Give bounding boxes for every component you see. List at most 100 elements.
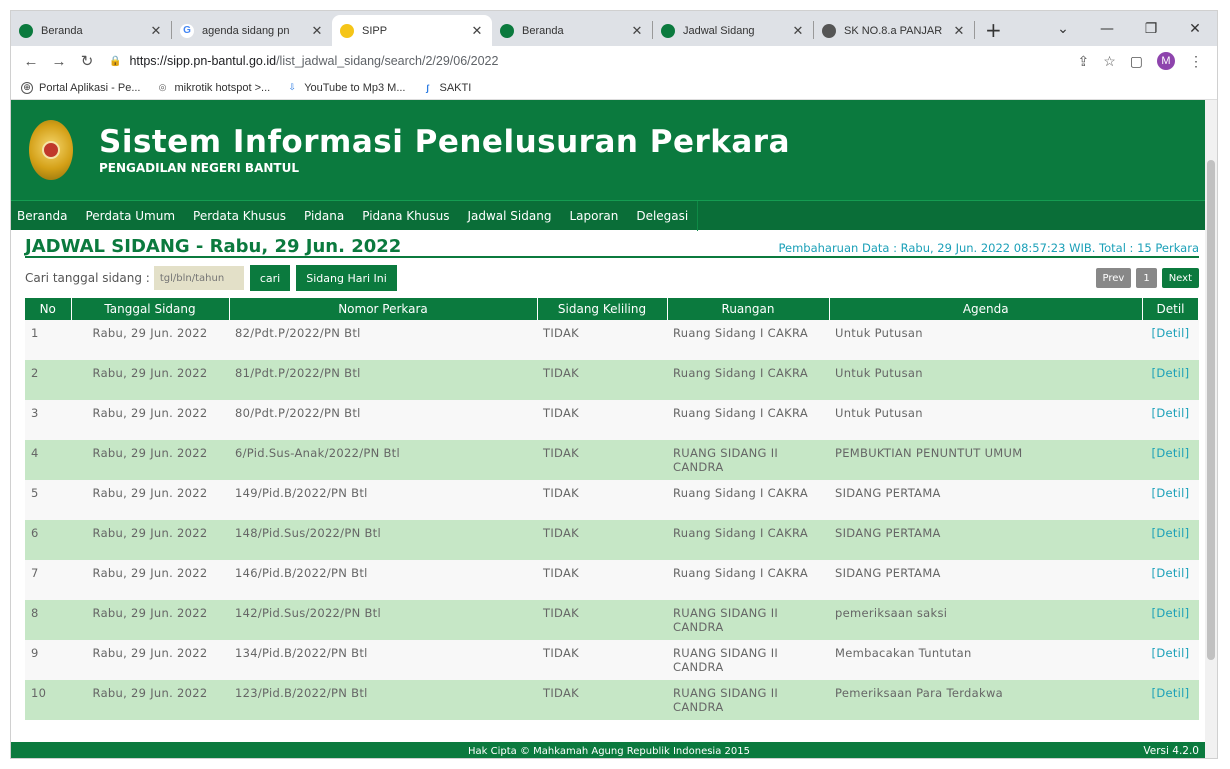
cell-nomor: 148/Pid.Sus/2022/PN Btl <box>229 520 537 560</box>
page-viewport: Sistem Informasi Penelusuran Perkara PEN… <box>11 100 1207 758</box>
forward-icon[interactable]: → <box>47 53 71 70</box>
col-tanggal: Tanggal Sidang <box>71 298 230 320</box>
cell-tanggal: Rabu, 29 Jun. 2022 <box>71 480 229 520</box>
reload-icon[interactable]: ↻ <box>75 52 99 70</box>
cell-agenda: SIDANG PERTAMA <box>829 560 1143 600</box>
tab-agenda-sidang[interactable]: G agenda sidang pn ✕ <box>172 15 332 46</box>
cell-agenda: pemeriksaan saksi <box>829 600 1143 640</box>
prev-button[interactable]: Prev <box>1095 268 1132 288</box>
tab-label: Beranda <box>522 24 564 37</box>
tab-sk-panjar[interactable]: SK NO.8.a PANJAR ✕ <box>814 15 974 46</box>
menu-pidana-khusus[interactable]: Pidana Khusus <box>353 201 458 231</box>
menu-pidana[interactable]: Pidana <box>295 201 353 231</box>
close-icon[interactable]: ✕ <box>630 23 644 39</box>
col-nomor: Nomor Perkara <box>229 298 538 320</box>
bookmark-youtube-mp3[interactable]: ⇩ YouTube to Mp3 M... <box>286 82 405 94</box>
globe-icon: ⊕ <box>21 81 33 94</box>
cell-agenda: SIDANG PERTAMA <box>829 520 1143 560</box>
address-bar[interactable]: 🔒 https://sipp.pn-bantul.go.id/list_jadw… <box>103 49 1077 73</box>
menu-laporan[interactable]: Laporan <box>560 201 627 231</box>
profile-avatar[interactable]: M <box>1157 52 1175 70</box>
menu-jadwal-sidang[interactable]: Jadwal Sidang <box>458 201 560 231</box>
close-icon[interactable]: ✕ <box>310 23 324 39</box>
cell-nomor: 82/Pdt.P/2022/PN Btl <box>229 320 537 360</box>
table-header-row: No Tanggal Sidang Nomor Perkara Sidang K… <box>25 298 1199 320</box>
menu-perdata-umum[interactable]: Perdata Umum <box>76 201 184 231</box>
main-content: JADWAL SIDANG - Rabu, 29 Jun. 2022 Pemba… <box>11 230 1207 720</box>
copyright-text: Hak Cipta © Mahkamah Agung Republik Indo… <box>468 745 750 757</box>
pagination: Prev 1 Next <box>1095 268 1199 288</box>
back-icon[interactable]: ← <box>19 53 43 70</box>
title-bar: JADWAL SIDANG - Rabu, 29 Jun. 2022 Pemba… <box>25 230 1199 258</box>
share-icon[interactable]: ⇪ <box>1077 53 1089 70</box>
tab-beranda-2[interactable]: Beranda ✕ <box>492 15 652 46</box>
cell-tanggal: Rabu, 29 Jun. 2022 <box>71 520 229 560</box>
tab-sipp[interactable]: SIPP ✕ <box>332 15 492 46</box>
page-scrollbar[interactable] <box>1205 100 1217 758</box>
site-subtitle: PENGADILAN NEGERI BANTUL <box>99 161 299 176</box>
next-button[interactable]: Next <box>1161 268 1199 288</box>
cell-ruangan: Ruang Sidang I CAKRA <box>667 320 829 360</box>
detil-link[interactable]: [Detil] <box>1142 640 1199 680</box>
today-button[interactable]: Sidang Hari Ini <box>296 265 397 291</box>
search-bar: Cari tanggal sidang : cari Sidang Hari I… <box>25 258 1199 298</box>
site-icon <box>500 23 514 38</box>
sipp-icon <box>340 23 354 38</box>
tab-jadwal-sidang[interactable]: Jadwal Sidang ✕ <box>653 15 813 46</box>
close-icon[interactable]: ✕ <box>470 23 484 39</box>
cell-keliling: TIDAK <box>537 600 667 640</box>
menu-beranda[interactable]: Beranda <box>11 201 76 231</box>
date-search-input[interactable] <box>153 266 244 290</box>
tab-label: agenda sidang pn <box>202 24 290 37</box>
cell-no: 6 <box>25 520 71 560</box>
scrollbar-thumb[interactable] <box>1207 160 1215 660</box>
google-icon: G <box>180 23 194 38</box>
close-icon[interactable]: ✕ <box>791 23 805 39</box>
detil-link[interactable]: [Detil] <box>1142 360 1199 400</box>
update-info: Pembaharuan Data : Rabu, 29 Jun. 2022 08… <box>778 241 1199 255</box>
col-detil: Detil <box>1142 298 1199 320</box>
tab-search-icon[interactable]: ⌄ <box>1041 21 1085 37</box>
menu-divider <box>697 200 699 231</box>
detil-link[interactable]: [Detil] <box>1142 680 1199 720</box>
window-controls: ⌄ — ❐ ✕ <box>1041 11 1217 46</box>
cell-tanggal: Rabu, 29 Jun. 2022 <box>71 360 229 400</box>
cell-keliling: TIDAK <box>537 680 667 720</box>
close-window-icon[interactable]: ✕ <box>1173 21 1217 37</box>
cell-no: 4 <box>25 440 71 480</box>
cell-tanggal: Rabu, 29 Jun. 2022 <box>71 440 229 480</box>
col-agenda: Agenda <box>829 298 1143 320</box>
detil-link[interactable]: [Detil] <box>1142 520 1199 560</box>
cell-agenda: Untuk Putusan <box>829 320 1143 360</box>
menu-kebab-icon[interactable]: ⋮ <box>1189 53 1203 70</box>
table-row: 8 Rabu, 29 Jun. 2022 142/Pid.Sus/2022/PN B… <box>25 600 1199 640</box>
schedule-table: No Tanggal Sidang Nomor Perkara Sidang K… <box>25 298 1199 720</box>
detil-link[interactable]: [Detil] <box>1142 560 1199 600</box>
bookmark-portal[interactable]: ⊕ Portal Aplikasi - Pe... <box>21 81 141 94</box>
table-row: 4 Rabu, 29 Jun. 2022 6/Pid.Sus-Anak/2022/P… <box>25 440 1199 480</box>
bookmark-mikrotik[interactable]: ◎ mikrotik hotspot >... <box>157 82 271 94</box>
bookmark-sakti[interactable]: ʃ SAKTI <box>422 82 471 94</box>
detil-link[interactable]: [Detil] <box>1142 600 1199 640</box>
search-button[interactable]: cari <box>249 265 291 291</box>
new-tab-button[interactable]: + <box>975 18 1012 46</box>
menu-delegasi[interactable]: Delegasi <box>627 201 697 231</box>
side-panel-icon[interactable]: ▢ <box>1130 53 1143 70</box>
bookmark-star-icon[interactable]: ☆ <box>1103 53 1116 70</box>
cell-nomor: 123/Pid.B/2022/PN Btl <box>229 680 537 720</box>
detil-link[interactable]: [Detil] <box>1142 440 1199 480</box>
restore-icon[interactable]: ❐ <box>1129 21 1173 37</box>
menu-perdata-khusus[interactable]: Perdata Khusus <box>184 201 295 231</box>
detil-link[interactable]: [Detil] <box>1142 480 1199 520</box>
close-icon[interactable]: ✕ <box>952 23 966 39</box>
minimize-icon[interactable]: — <box>1085 21 1129 37</box>
detil-link[interactable]: [Detil] <box>1142 400 1199 440</box>
download-cloud-icon: ⇩ <box>288 82 296 92</box>
close-icon[interactable]: ✕ <box>149 23 163 39</box>
page-number-button[interactable]: 1 <box>1136 268 1157 288</box>
cell-no: 3 <box>25 400 71 440</box>
detil-link[interactable]: [Detil] <box>1142 320 1199 360</box>
tab-beranda-1[interactable]: Beranda ✕ <box>11 15 171 46</box>
url-host: https://sipp.pn-bantul.go.id <box>129 54 277 68</box>
cell-tanggal: Rabu, 29 Jun. 2022 <box>71 600 229 640</box>
